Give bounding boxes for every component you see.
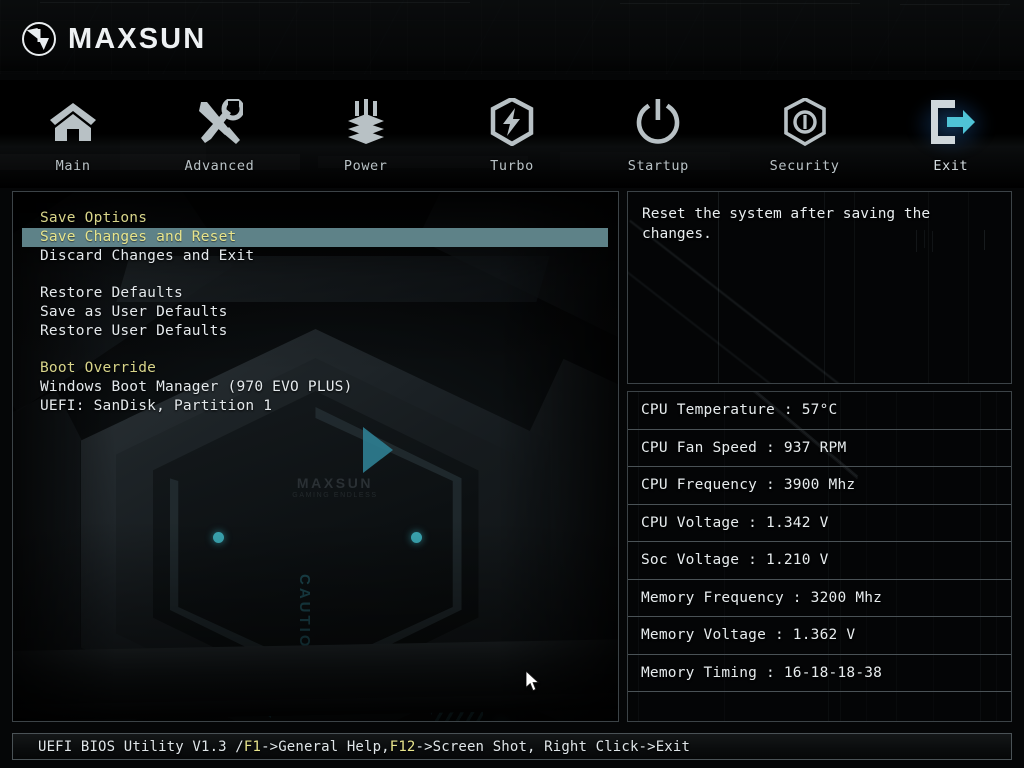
hardware-monitor-panel: CPU Temperature : 57°C CPU Fan Speed : 9… <box>627 391 1012 722</box>
hardware-monitor-rows: CPU Temperature : 57°C CPU Fan Speed : 9… <box>628 392 1011 721</box>
menu-item-uefi-sandisk[interactable]: UEFI: SanDisk, Partition 1 <box>13 397 618 416</box>
brand-logo: MAXSUN <box>22 22 206 56</box>
bios-screen: MAXSUN Main Advanced Power Turbo Startup… <box>0 0 1024 768</box>
hw-row-memory-timing: Memory Timing : 16-18-18-38 <box>628 655 1011 692</box>
hw-row-empty <box>628 692 1011 721</box>
footer-key-f12: F12 <box>389 738 416 755</box>
footer-utility-version: UEFI BIOS Utility V1.3 / <box>38 738 244 755</box>
menu-item-windows-boot-manager[interactable]: Windows Boot Manager (970 EVO PLUS) <box>13 378 618 397</box>
tab-advanced[interactable]: Advanced <box>146 80 292 188</box>
menu-item-restore-defaults[interactable]: Restore Defaults <box>13 284 618 303</box>
power-button-icon <box>635 96 681 148</box>
tab-exit-label: Exit <box>933 158 969 174</box>
tab-power[interactable]: Power <box>293 80 439 188</box>
hw-row-cpu-fan-speed: CPU Fan Speed : 937 RPM <box>628 430 1011 467</box>
tab-security[interactable]: Security <box>731 80 877 188</box>
menu-spacer-1 <box>13 266 618 284</box>
hw-row-memory-frequency: Memory Frequency : 3200 Mhz <box>628 580 1011 617</box>
tab-turbo[interactable]: Turbo <box>439 80 585 188</box>
footer-help-text: ->General Help, <box>261 738 390 755</box>
tab-main-label: Main <box>55 158 91 174</box>
lightning-icon <box>489 96 535 148</box>
chevron-top-icon <box>363 427 393 473</box>
screw-dot-right <box>411 532 422 543</box>
footer-shot-exit-text: ->Screen Shot, Right Click->Exit <box>415 738 691 755</box>
shield-lock-icon <box>782 96 828 148</box>
tab-startup-label: Startup <box>627 158 689 174</box>
tools-icon <box>195 96 244 148</box>
help-text: Reset the system after saving the change… <box>642 206 931 242</box>
menu-item-restore-user-defaults[interactable]: Restore User Defaults <box>13 322 618 341</box>
main-navigation: Main Advanced Power Turbo Startup Securi… <box>0 80 1024 188</box>
power-stack-icon <box>343 96 389 148</box>
hw-row-cpu-voltage: CPU Voltage : 1.342 V <box>628 505 1011 542</box>
menu-item-save-user-defaults[interactable]: Save as User Defaults <box>13 303 618 322</box>
screw-dot-left <box>213 532 224 543</box>
help-panel: Reset the system after saving the change… <box>627 191 1012 384</box>
exit-door-icon <box>925 96 977 148</box>
tab-exit[interactable]: Exit <box>878 80 1024 188</box>
hw-row-cpu-temperature: CPU Temperature : 57°C <box>628 392 1011 430</box>
hw-row-soc-voltage: Soc Voltage : 1.210 V <box>628 542 1011 580</box>
hw-row-cpu-frequency: CPU Frequency : 3900 Mhz <box>628 467 1011 505</box>
menu-panel: MAXSUN GAMING ENDLESS CAUTION 2020 Save … <box>12 191 619 722</box>
menu-item-save-and-reset[interactable]: Save Changes and Reset <box>22 228 608 247</box>
footer-key-f1: F1 <box>243 738 262 755</box>
hw-row-memory-voltage: Memory Voltage : 1.362 V <box>628 617 1011 655</box>
tab-security-label: Security <box>769 158 840 174</box>
tab-turbo-label: Turbo <box>490 158 534 174</box>
maxsun-logo-icon <box>22 22 56 56</box>
menu-header-boot-override: Boot Override <box>40 360 157 376</box>
tab-main[interactable]: Main <box>0 80 146 188</box>
menu-header-save-options: Save Options <box>40 210 148 226</box>
exit-menu-list: Save Options Save Changes and Reset Disc… <box>13 192 618 416</box>
tab-power-label: Power <box>343 158 388 174</box>
tab-advanced-label: Advanced <box>184 158 255 174</box>
status-bar: UEFI BIOS Utility V1.3 / F1 ->General Hel… <box>12 733 1012 760</box>
brand-name: MAXSUN <box>68 22 207 55</box>
tab-startup[interactable]: Startup <box>585 80 731 188</box>
menu-spacer-2 <box>13 341 618 359</box>
home-icon <box>48 96 98 148</box>
menu-item-discard-and-exit[interactable]: Discard Changes and Exit <box>13 247 618 266</box>
